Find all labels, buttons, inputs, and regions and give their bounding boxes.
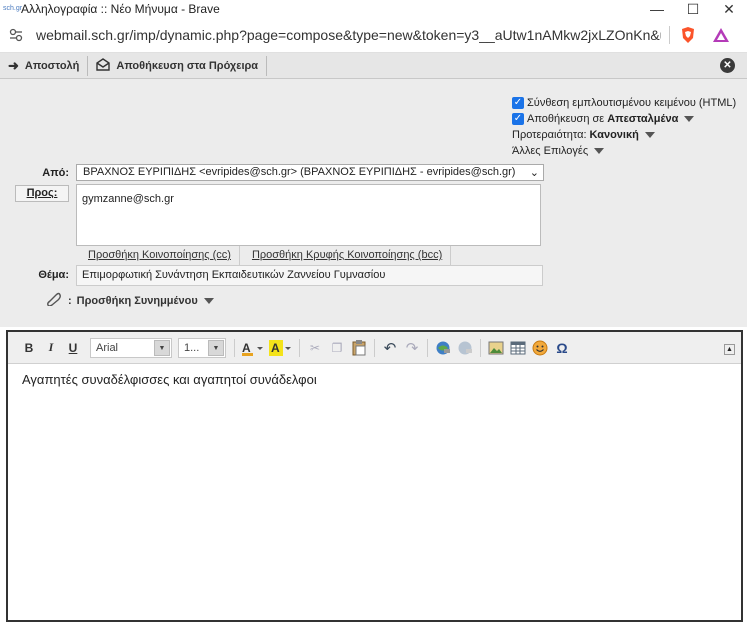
- copy-icon[interactable]: ❐: [326, 337, 348, 359]
- save-draft-label: Αποθήκευση στα Πρόχειρα: [116, 59, 259, 72]
- collapse-toolbar-icon[interactable]: ▲: [724, 344, 735, 355]
- redo-icon[interactable]: ↷: [401, 337, 423, 359]
- special-character-icon[interactable]: Ω: [551, 337, 573, 359]
- from-value: ΒΡΑΧΝΟΣ ΕΥΡΙΠΙΔΗΣ <evripides@sch.gr> (ΒΡ…: [83, 166, 516, 178]
- site-info-icon[interactable]: [8, 27, 24, 43]
- window-title: Αλληλογραφία :: Νέο Μήνυμα - Brave: [21, 2, 220, 16]
- font-family-select[interactable]: Arial ▼: [90, 337, 172, 358]
- add-attachment[interactable]: : Προσθήκη Συνημμένου: [44, 292, 214, 310]
- minimize-button[interactable]: —: [639, 0, 675, 18]
- subject-field[interactable]: Επιμορφωτική Συνάντηση Εκπαιδευτικών Ζαν…: [76, 265, 543, 286]
- url-text[interactable]: webmail.sch.gr/imp/dynamic.php?page=comp…: [36, 27, 661, 43]
- text-color-button[interactable]: A: [239, 337, 267, 359]
- editor-divider: [374, 338, 375, 357]
- add-bcc-link[interactable]: Προσθήκη Κρυφής Κοινοποίησης (bcc): [239, 246, 452, 266]
- unlink-icon[interactable]: [454, 337, 476, 359]
- save-sent-prefix: Αποθήκευση σε: [527, 113, 605, 125]
- smiley-icon[interactable]: [529, 337, 551, 359]
- to-value: gymzanne@sch.gr: [82, 193, 174, 205]
- close-compose-button[interactable]: ✕: [720, 58, 735, 73]
- app-icon: sch.gr: [3, 5, 23, 12]
- compose-toolbar: ➜ Αποστολή Αποθήκευση στα Πρόχειρα ✕: [0, 53, 747, 79]
- editor-toolbar: B I U Arial ▼ 1... ▼ A A ✂ ❐ ↶ ↷ Ω ▲: [8, 332, 741, 364]
- paperclip-icon: [44, 292, 62, 310]
- link-icon[interactable]: [432, 337, 454, 359]
- priority-prefix: Προτεραιότητα:: [512, 129, 587, 141]
- underline-button[interactable]: U: [62, 337, 84, 359]
- paste-icon[interactable]: [348, 337, 370, 359]
- close-window-button[interactable]: ✕: [711, 0, 747, 18]
- chevron-down-icon[interactable]: [684, 116, 695, 122]
- attach-separator: :: [68, 295, 72, 307]
- from-label: Από:: [42, 167, 69, 179]
- priority-value[interactable]: Κανονική: [590, 129, 639, 141]
- italic-button[interactable]: I: [40, 337, 62, 359]
- message-body[interactable]: Αγαπητές συναδέλφισσες και αγαπητοί συνά…: [22, 372, 317, 387]
- arrow-right-icon: ➜: [8, 57, 19, 73]
- send-button[interactable]: ➜ Αποστολή: [0, 54, 87, 78]
- compose-options: ✓ Σύνθεση εμπλουτισμένου κειμένου (HTML)…: [512, 95, 736, 159]
- table-icon[interactable]: [507, 337, 529, 359]
- cc-bcc-links: Προσθήκη Κοινοποίησης (cc) Προσθήκη Κρυφ…: [76, 246, 452, 266]
- html-editor-checkbox[interactable]: ✓: [512, 97, 524, 109]
- priority-option[interactable]: Προτεραιότητα: Κανονική: [512, 127, 736, 143]
- save-sent-option[interactable]: ✓ Αποθήκευση σε Απεσταλμένα: [512, 111, 736, 127]
- attach-label[interactable]: Προσθήκη Συνημμένου: [77, 295, 198, 307]
- svg-text:A: A: [271, 341, 280, 355]
- save-sent-checkbox[interactable]: ✓: [512, 113, 524, 125]
- svg-text:A: A: [242, 341, 251, 355]
- window-controls: — ☐ ✕: [639, 0, 747, 18]
- chevron-down-icon[interactable]: [594, 148, 605, 154]
- address-divider: [669, 26, 670, 44]
- bold-button[interactable]: B: [18, 337, 40, 359]
- send-label: Αποστολή: [24, 59, 80, 72]
- brave-shields-icon[interactable]: [680, 26, 696, 44]
- to-field[interactable]: gymzanne@sch.gr: [76, 184, 541, 246]
- envelope-icon: [96, 57, 111, 74]
- subject-label: Θέμα:: [38, 269, 69, 281]
- cut-icon[interactable]: ✂: [304, 337, 326, 359]
- save-draft-button[interactable]: Αποθήκευση στα Πρόχειρα: [88, 54, 266, 78]
- undo-icon[interactable]: ↶: [379, 337, 401, 359]
- chevron-down-icon: ▼: [154, 339, 170, 356]
- editor-divider: [480, 338, 481, 357]
- brave-rewards-icon[interactable]: [712, 27, 730, 43]
- editor-divider: [427, 338, 428, 357]
- window-titlebar: sch.gr Αλληλογραφία :: Νέο Μήνυμα - Brav…: [0, 0, 747, 18]
- save-sent-folder[interactable]: Απεσταλμένα: [607, 113, 678, 125]
- maximize-button[interactable]: ☐: [675, 0, 711, 18]
- add-cc-link[interactable]: Προσθήκη Κοινοποίησης (cc): [76, 246, 240, 266]
- subject-value: Επιμορφωτική Συνάντηση Εκπαιδευτικών Ζαν…: [82, 269, 386, 281]
- compose-header: ✓ Σύνθεση εμπλουτισμένου κειμένου (HTML)…: [0, 79, 747, 327]
- to-button[interactable]: Προς:: [15, 185, 69, 202]
- address-bar: webmail.sch.gr/imp/dynamic.php?page=comp…: [0, 18, 747, 53]
- editor-divider: [299, 338, 300, 357]
- font-family-value: Arial: [96, 341, 119, 354]
- chevron-down-icon[interactable]: [203, 298, 214, 304]
- font-size-value: 1...: [184, 341, 200, 354]
- message-editor: B I U Arial ▼ 1... ▼ A A ✂ ❐ ↶ ↷ Ω ▲ Αγα…: [6, 330, 743, 622]
- toolbar-divider: [266, 55, 268, 76]
- chevron-down-icon: ⌄: [529, 167, 539, 179]
- highlight-color-button[interactable]: A: [267, 337, 295, 359]
- html-editor-label: Σύνθεση εμπλουτισμένου κειμένου (HTML): [527, 97, 737, 109]
- chevron-down-icon[interactable]: [644, 132, 655, 138]
- chevron-down-icon: ▼: [208, 339, 224, 356]
- other-options-label[interactable]: Άλλες Επιλογές: [512, 145, 588, 157]
- from-select[interactable]: ΒΡΑΧΝΟΣ ΕΥΡΙΠΙΔΗΣ <evripides@sch.gr> (ΒΡ…: [76, 164, 544, 181]
- editor-divider: [234, 338, 235, 357]
- other-options[interactable]: Άλλες Επιλογές: [512, 143, 736, 159]
- image-icon[interactable]: [485, 337, 507, 359]
- font-size-select[interactable]: 1... ▼: [178, 337, 226, 358]
- html-editor-option[interactable]: ✓ Σύνθεση εμπλουτισμένου κειμένου (HTML): [512, 95, 736, 111]
